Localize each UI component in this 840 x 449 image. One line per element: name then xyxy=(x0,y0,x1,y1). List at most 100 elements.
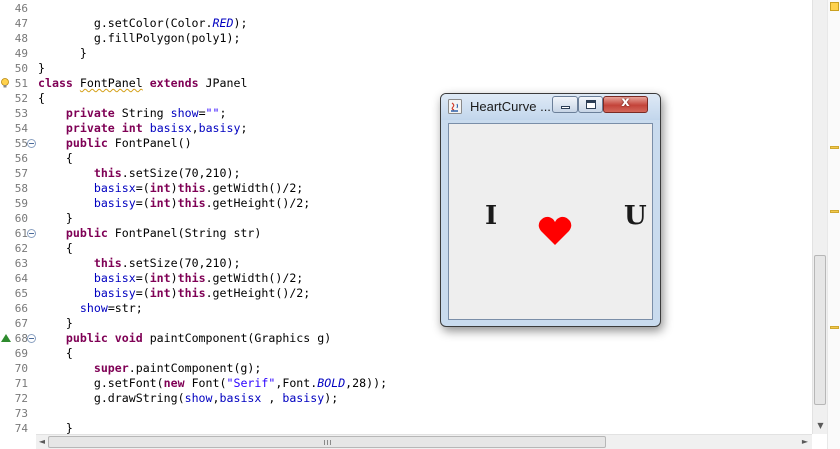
code-token: , xyxy=(191,121,199,135)
code-token: =str; xyxy=(107,301,143,315)
code-line[interactable]: 71 g.setFont(new Font("Serif",Font.BOLD,… xyxy=(0,376,812,391)
overview-warning-marker[interactable] xyxy=(830,210,839,213)
code-text: g.drawString(show,basisx , basisy); xyxy=(38,391,338,406)
code-token: } xyxy=(38,46,87,60)
code-line[interactable]: 63 this.setSize(70,210); xyxy=(0,256,812,271)
scroll-down-arrow-icon[interactable]: ▼ xyxy=(813,418,828,433)
code-token: } xyxy=(38,61,45,75)
code-line[interactable]: 66 show=str; xyxy=(0,301,812,316)
code-line[interactable]: 57 this.setSize(70,210); xyxy=(0,166,812,181)
code-line[interactable]: 49 } xyxy=(0,46,812,61)
code-text: basisx=(int)this.getWidth()/2; xyxy=(38,181,303,196)
fold-toggle-icon[interactable] xyxy=(27,139,36,148)
code-line[interactable]: 59 basisy=(int)this.getHeight()/2; xyxy=(0,196,812,211)
code-line[interactable]: 72 g.drawString(show,basisx , basisy); xyxy=(0,391,812,406)
code-token: ) xyxy=(170,181,178,195)
heartcurve-window[interactable]: HeartCurve ... x I U xyxy=(440,93,661,327)
horizontal-scrollbar-thumb[interactable] xyxy=(48,436,606,448)
code-line[interactable]: 56 { xyxy=(0,151,812,166)
code-line[interactable]: 74 } xyxy=(0,421,812,434)
code-token: class xyxy=(38,76,80,90)
code-line[interactable]: 48 g.fillPolygon(poly1); xyxy=(0,31,812,46)
close-button[interactable]: x xyxy=(603,95,648,113)
line-number: 47 xyxy=(14,17,28,30)
scroll-right-arrow-icon[interactable]: ► xyxy=(799,435,811,449)
code-line[interactable]: 53 private String show=""; xyxy=(0,106,812,121)
vertical-scrollbar[interactable]: ▼ xyxy=(812,0,828,434)
code-text: basisy=(int)this.getHeight()/2; xyxy=(38,196,310,211)
line-number: 64 xyxy=(14,272,28,285)
overview-ruler[interactable] xyxy=(827,0,840,449)
overview-warning-summary-icon[interactable] xyxy=(830,2,839,11)
line-number: 60 xyxy=(14,212,28,225)
line-number: 54 xyxy=(14,122,28,135)
overview-warning-marker[interactable] xyxy=(830,326,839,329)
code-line[interactable]: 61 public FontPanel(String str) xyxy=(0,226,812,241)
code-line[interactable]: 51 class FontPanel extends JPanel xyxy=(0,76,812,91)
line-number: 62 xyxy=(14,242,28,255)
code-token: int xyxy=(149,181,171,195)
code-line[interactable]: 47 g.setColor(Color.RED); xyxy=(0,16,812,31)
code-line[interactable]: 67 } xyxy=(0,316,812,331)
code-token: int xyxy=(149,271,171,285)
code-line[interactable]: 65 basisy=(int)this.getHeight()/2; xyxy=(0,286,812,301)
code-token: basisx xyxy=(149,121,192,135)
code-line[interactable]: 58 basisx=(int)this.getWidth()/2; xyxy=(0,181,812,196)
line-number: 53 xyxy=(14,107,28,120)
code-token: ) xyxy=(170,286,178,300)
code-token: ,28)); xyxy=(345,376,388,390)
window-title: HeartCurve ... xyxy=(470,99,551,114)
code-line[interactable]: 54 private int basisx,basisy; xyxy=(0,121,812,136)
code-line[interactable]: 69 { xyxy=(0,346,812,361)
code-line[interactable]: 50} xyxy=(0,61,812,76)
code-token: ) xyxy=(170,196,178,210)
overview-warning-marker[interactable] xyxy=(830,146,839,149)
minimize-button[interactable] xyxy=(552,96,578,113)
code-line[interactable]: 46 xyxy=(0,1,812,16)
vertical-scrollbar-thumb[interactable] xyxy=(814,255,826,405)
code-token: g.drawString( xyxy=(38,391,185,405)
code-token: private xyxy=(65,121,115,135)
code-token: = xyxy=(198,106,206,120)
code-token: this xyxy=(177,181,206,195)
code-line[interactable]: 73 xyxy=(0,406,812,421)
scroll-left-arrow-icon[interactable]: ◄ xyxy=(36,435,48,449)
code-line[interactable]: 60 } xyxy=(0,211,812,226)
code-line[interactable]: 68 public void paintComponent(Graphics g… xyxy=(0,331,812,346)
code-token: ) xyxy=(170,271,178,285)
code-line[interactable]: 52 { xyxy=(0,91,812,106)
java-icon xyxy=(448,99,462,114)
code-token: basisx xyxy=(219,391,262,405)
code-token: int xyxy=(149,196,171,210)
code-text: g.setColor(Color.RED); xyxy=(38,16,248,31)
code-editor[interactable]: 46 47 g.setColor(Color.RED); 48 g.fillPoly… xyxy=(0,0,812,434)
thumb-grip xyxy=(330,440,331,445)
code-line[interactable]: 55 public FontPanel() xyxy=(0,136,812,151)
code-text: this.setSize(70,210); xyxy=(38,256,241,271)
code-text: public FontPanel() xyxy=(38,136,192,151)
code-line[interactable]: 62 { xyxy=(0,241,812,256)
code-text: private String show=""; xyxy=(38,106,227,121)
fold-toggle-icon[interactable] xyxy=(27,229,36,238)
window-title-bar[interactable]: HeartCurve ... x xyxy=(441,94,660,120)
code-token: public xyxy=(65,331,108,345)
code-token: , xyxy=(212,391,220,405)
code-token: basisx xyxy=(93,271,136,285)
code-token: basisy xyxy=(282,391,325,405)
fold-toggle-icon[interactable] xyxy=(27,334,36,343)
code-token: public xyxy=(65,136,108,150)
maximize-button[interactable] xyxy=(578,96,603,113)
code-token: this xyxy=(177,271,206,285)
line-number: 69 xyxy=(14,347,28,360)
code-line[interactable]: 70 super.paintComponent(g); xyxy=(0,361,812,376)
horizontal-scrollbar[interactable]: ◄ ► xyxy=(36,434,812,449)
line-number: 56 xyxy=(14,152,28,165)
code-line[interactable]: 64 basisx=(int)this.getWidth()/2; xyxy=(0,271,812,286)
line-number: 74 xyxy=(14,422,28,434)
